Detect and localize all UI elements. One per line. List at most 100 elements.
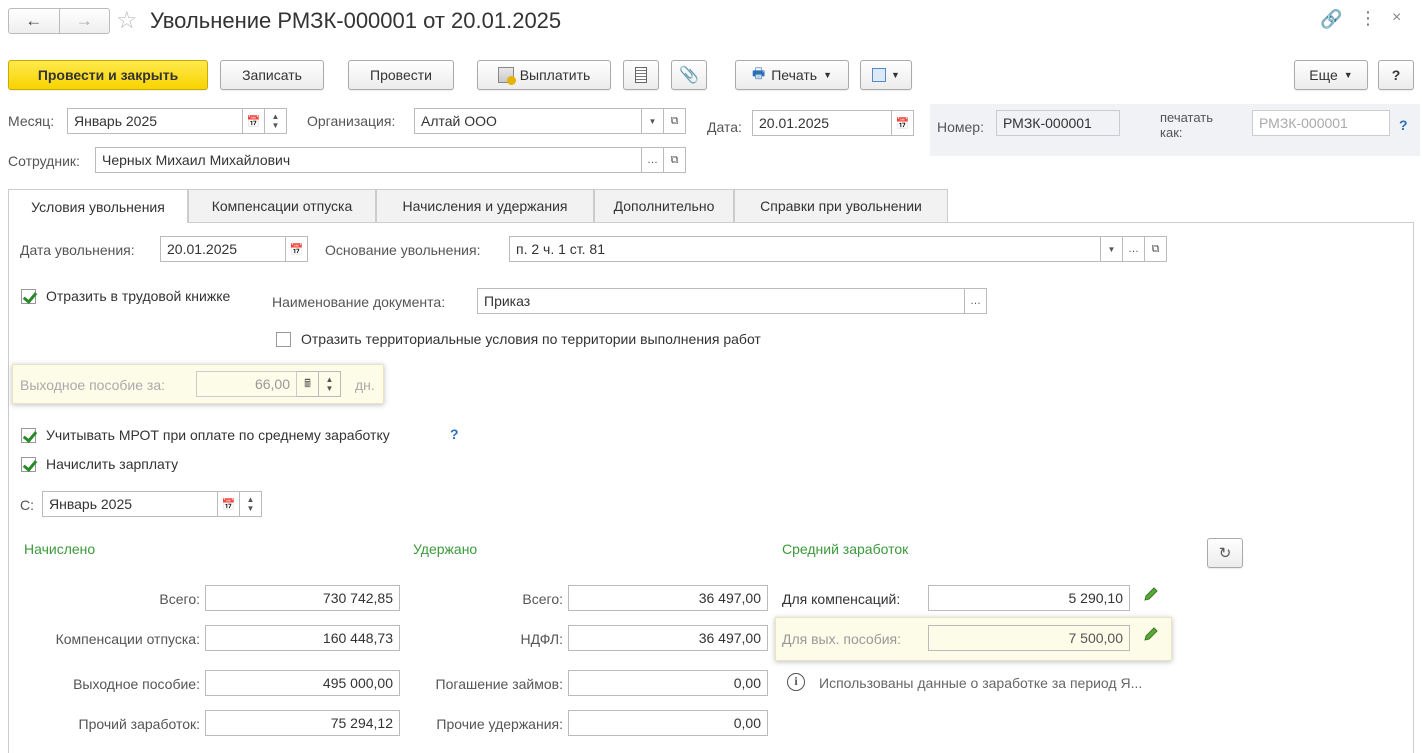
employee-select-icon[interactable]: …	[642, 147, 664, 173]
organization-label: Организация:	[307, 113, 396, 129]
page-title: Увольнение РМЗК-000001 от 20.01.2025	[150, 8, 562, 33]
month-field[interactable]: Январь 2025	[67, 108, 243, 134]
pay-button[interactable]: Выплатить	[477, 60, 611, 90]
basis-field[interactable]: п. 2 ч. 1 ст. 81	[509, 236, 1101, 262]
basis-open-icon[interactable]: ⧉	[1145, 236, 1167, 262]
basis-dropdown-icon[interactable]: ▼	[1101, 236, 1123, 262]
from-calendar-icon[interactable]: 📅	[218, 491, 240, 517]
withheld-loans-label: Погашение займов:	[435, 676, 563, 692]
print-as-label-1: печатать	[1160, 110, 1214, 125]
print-as-help-link[interactable]: ?	[1399, 117, 1408, 133]
dismissal-date-calendar-icon[interactable]: 📅	[286, 236, 308, 262]
list-report-button[interactable]	[623, 60, 659, 90]
more-label: Еще	[1309, 67, 1338, 83]
tab-vacation-compensation[interactable]: Компенсации отпуска	[188, 189, 376, 222]
accrue-salary-label: Начислить зарплату	[46, 456, 179, 472]
create-based-on-button[interactable]: ▼	[860, 60, 912, 90]
close-icon[interactable]: ×	[1392, 9, 1401, 27]
print-as-label-2: как:	[1160, 125, 1183, 140]
edit-comp-pencil-icon[interactable]	[1142, 585, 1160, 603]
tab-accruals-deductions[interactable]: Начисления и удержания	[376, 189, 594, 222]
create-based-icon	[872, 68, 887, 82]
back-arrow-icon[interactable]: ←	[9, 9, 60, 33]
withheld-other-field[interactable]: 0,00	[568, 710, 768, 736]
severance-days-field[interactable]: 66,00	[196, 371, 297, 397]
avg-sev-field[interactable]: 7 500,00	[928, 625, 1130, 651]
more-menu-icon[interactable]: ⋮	[1359, 8, 1377, 29]
from-month-field[interactable]: Январь 2025	[42, 491, 218, 517]
earnings-info-link[interactable]: Использованы данные о заработке за перио…	[819, 675, 1142, 691]
edit-sev-pencil-icon[interactable]	[1142, 625, 1160, 643]
more-button[interactable]: Еще ▼	[1294, 60, 1368, 90]
accrued-other-field[interactable]: 75 294,12	[205, 710, 400, 736]
accrued-total-field[interactable]: 730 742,85	[205, 585, 400, 611]
month-stepper[interactable]: ▲ ▼	[265, 108, 287, 134]
accrued-vacation-label: Компенсации отпуска:	[55, 631, 200, 647]
withheld-ndfl-field[interactable]: 36 497,00	[568, 625, 768, 651]
severance-stepper[interactable]: ▲ ▼	[319, 371, 341, 397]
accrued-severance-label: Выходное пособие:	[73, 676, 200, 692]
accrue-salary-checkbox[interactable]	[21, 457, 36, 472]
employee-field[interactable]: Черных Михаил Михайлович	[95, 147, 642, 173]
avg-sev-label: Для вых. пособия:	[782, 631, 902, 647]
accrued-vacation-field[interactable]: 160 448,73	[205, 625, 400, 651]
basis-select-icon[interactable]: …	[1123, 236, 1145, 262]
organization-open-icon[interactable]: ⧉	[664, 108, 686, 134]
mrot-help-link[interactable]: ?	[450, 426, 459, 442]
from-label: С:	[20, 497, 34, 513]
severance-days-label: Выходное пособие за:	[20, 377, 166, 393]
attach-button[interactable]: 📎	[671, 60, 707, 90]
month-label: Месяц:	[8, 113, 55, 129]
severance-unit-label: дн.	[355, 377, 375, 393]
chevron-down-icon: ▼	[1343, 70, 1353, 80]
dismissal-date-label: Дата увольнения:	[20, 242, 135, 258]
tab-dismissal-conditions[interactable]: Условия увольнения	[8, 189, 188, 223]
date-field[interactable]: 20.01.2025	[752, 110, 892, 136]
accrued-title: Начислено	[24, 541, 96, 557]
refresh-button[interactable]: ↻	[1207, 538, 1243, 568]
tab-dismissal-certificates[interactable]: Справки при увольнении	[734, 189, 948, 222]
withheld-title: Удержано	[413, 541, 478, 557]
pay-icon	[497, 67, 516, 85]
print-as-field[interactable]: РМЗК-000001	[1252, 110, 1390, 136]
workbook-label: Отразить в трудовой книжке	[46, 288, 231, 304]
forward-arrow-icon[interactable]: →	[60, 9, 110, 33]
post-button[interactable]: Провести	[348, 60, 454, 90]
list-icon	[635, 67, 647, 83]
from-stepper[interactable]: ▲ ▼	[240, 491, 262, 517]
doc-name-field[interactable]: Приказ	[477, 288, 965, 314]
date-calendar-icon[interactable]: 📅	[892, 110, 914, 136]
dismissal-date-field[interactable]: 20.01.2025	[160, 236, 286, 262]
employee-label: Сотрудник:	[8, 153, 80, 169]
printer-icon: 🖶	[751, 65, 766, 81]
calendar-icon[interactable]: 📅	[243, 108, 265, 134]
post-and-close-button[interactable]: Провести и закрыть	[8, 60, 208, 90]
territorial-checkbox[interactable]	[276, 332, 291, 347]
favorite-star-icon[interactable]: ☆	[116, 6, 138, 35]
withheld-loans-field[interactable]: 0,00	[568, 670, 768, 696]
paperclip-icon: 📎	[679, 67, 699, 84]
severance-calculator-icon[interactable]: 🖩	[297, 371, 319, 397]
organization-field[interactable]: Алтай ООО	[414, 108, 642, 134]
avg-comp-label: Для компенсаций:	[782, 591, 901, 607]
print-button[interactable]: 🖶 Печать ▼	[735, 60, 849, 90]
info-icon: i	[787, 673, 805, 691]
number-field[interactable]: РМЗК-000001	[996, 110, 1120, 136]
employee-open-icon[interactable]: ⧉	[664, 147, 686, 173]
withheld-total-label: Всего:	[522, 591, 563, 607]
organization-dropdown-icon[interactable]: ▼	[642, 108, 664, 134]
help-button[interactable]: ?	[1378, 60, 1414, 90]
tab-additional[interactable]: Дополнительно	[594, 189, 734, 222]
doc-name-label: Наименование документа:	[272, 294, 446, 310]
mrot-checkbox[interactable]	[21, 428, 36, 443]
accrued-severance-field[interactable]: 495 000,00	[205, 670, 400, 696]
withheld-total-field[interactable]: 36 497,00	[568, 585, 768, 611]
avg-comp-field[interactable]: 5 290,10	[928, 585, 1130, 611]
save-button[interactable]: Записать	[220, 60, 324, 90]
doc-name-select-icon[interactable]: …	[965, 288, 987, 314]
basis-label: Основание увольнения:	[325, 242, 481, 258]
territorial-label: Отразить территориальные условия по терр…	[301, 331, 761, 347]
link-icon[interactable]: 🔗	[1320, 9, 1342, 30]
accrued-other-label: Прочий заработок:	[78, 716, 200, 732]
workbook-checkbox[interactable]	[21, 289, 36, 304]
